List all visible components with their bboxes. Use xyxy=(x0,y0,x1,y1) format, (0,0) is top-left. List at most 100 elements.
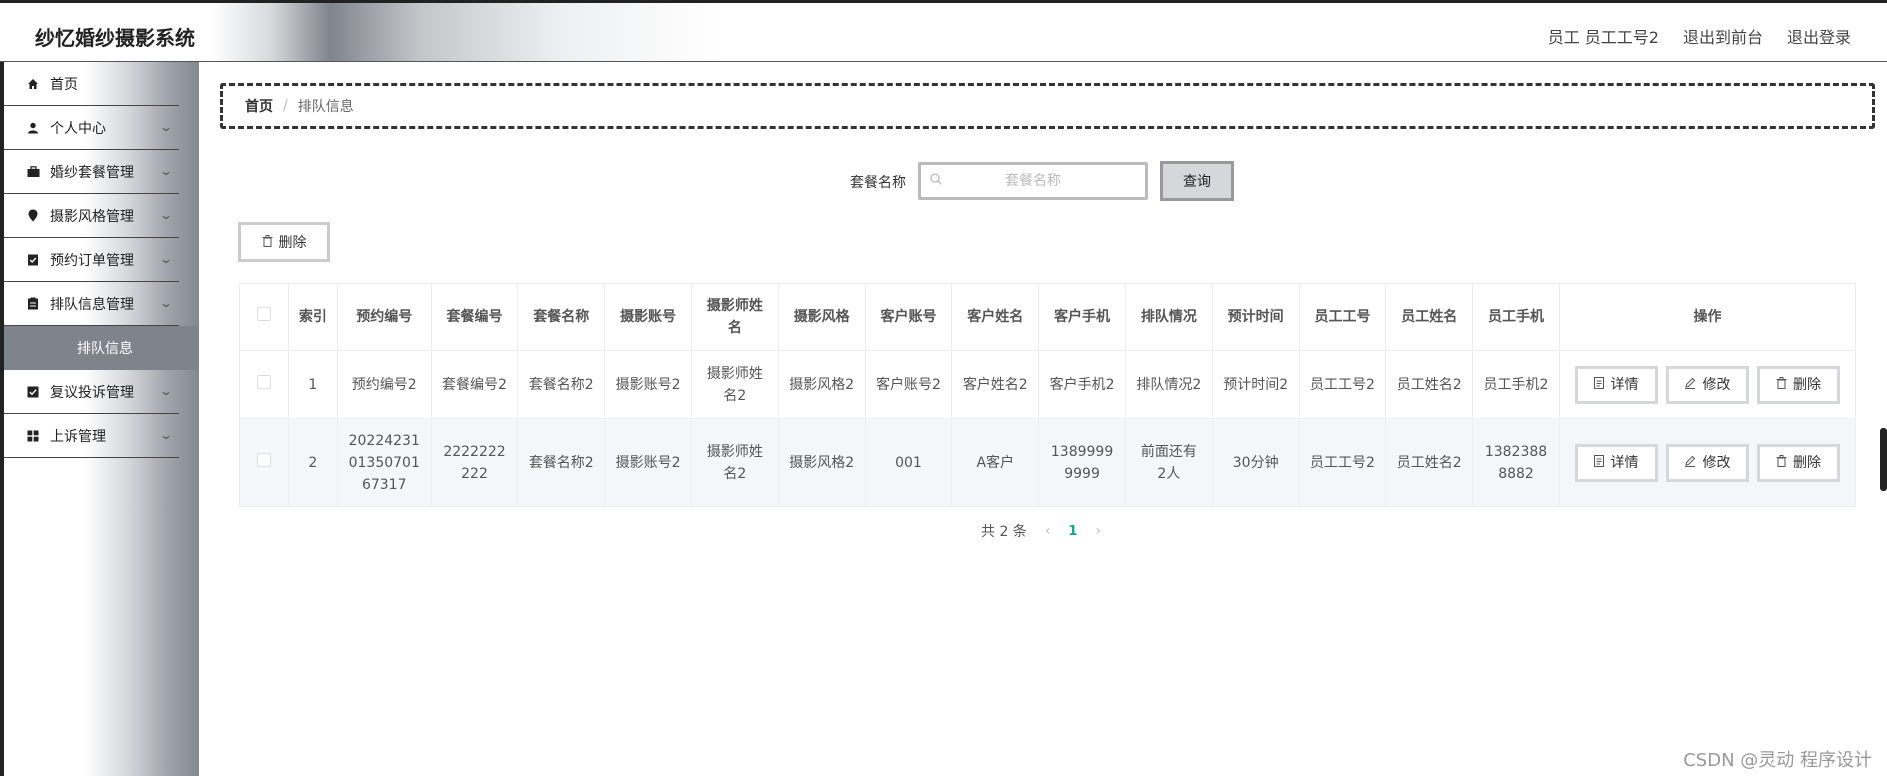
column-header: 客户账号 xyxy=(864,283,953,351)
next-page-button[interactable]: › xyxy=(1095,523,1101,539)
briefcase-icon xyxy=(26,165,40,179)
edit-button[interactable]: 修改 xyxy=(1665,365,1749,404)
sidebar-item-personal[interactable]: 个人中心 ⌄ xyxy=(4,106,179,150)
sidebar-item-label: 首页 xyxy=(50,76,78,93)
trash-icon xyxy=(1776,452,1787,474)
sidebar-item-orders[interactable]: 预约订单管理 ⌄ xyxy=(4,238,179,282)
table-cell: 202242310135070167317 xyxy=(336,418,432,507)
table-cell: 员工姓名2 xyxy=(1385,350,1474,419)
select-all-cell xyxy=(239,283,289,351)
sidebar: 首页 个人中心 ⌄ 婚纱套餐管理 ⌄ 摄影风格管理 ⌄ 预约订单管理 ⌄ 排队信… xyxy=(0,62,199,776)
table-cell: 员工手机2 xyxy=(1472,350,1560,419)
sidebar-subitem-queue-info[interactable]: 排队信息 xyxy=(4,326,199,370)
chevron-down-icon: ⌄ xyxy=(158,252,174,266)
sidebar-item-package[interactable]: 婚纱套餐管理 ⌄ xyxy=(4,150,179,194)
breadcrumb: 首页 / 排队信息 xyxy=(220,83,1875,129)
sidebar-item-home[interactable]: 首页 xyxy=(4,62,179,106)
trash-icon xyxy=(1776,374,1787,396)
delete-button[interactable]: 删除 xyxy=(1756,365,1840,404)
table-cell: 客户姓名2 xyxy=(951,350,1040,419)
batch-delete-label: 删除 xyxy=(278,235,307,251)
detail-button[interactable]: 详情 xyxy=(1574,443,1658,482)
sidebar-item-label: 婚纱套餐管理 xyxy=(50,164,134,181)
chevron-down-icon: ⌄ xyxy=(158,384,174,398)
table-cell: 摄影风格2 xyxy=(777,418,866,507)
app-title: 纱忆婚纱摄影系统 xyxy=(35,26,195,50)
sidebar-item-appeal[interactable]: 上诉管理 ⌄ xyxy=(4,414,179,458)
detail-button[interactable]: 详情 xyxy=(1574,365,1658,404)
table-cell: 套餐名称2 xyxy=(517,350,606,419)
current-user: 员工 员工工号2 xyxy=(1547,28,1659,47)
chevron-down-icon: ⌄ xyxy=(158,428,174,442)
sidebar-item-label: 上诉管理 xyxy=(50,428,106,445)
search-input[interactable] xyxy=(921,165,1145,197)
table-cell: A客户 xyxy=(951,418,1040,507)
sidebar-item-queue[interactable]: 排队信息管理 ⌄ xyxy=(4,282,179,326)
sidebar-item-review[interactable]: 复议投诉管理 ⌄ xyxy=(4,370,179,414)
column-header: 客户姓名 xyxy=(951,283,1040,351)
watermark: CSDN @灵动 程序设计 xyxy=(1683,750,1872,771)
edit-button[interactable]: 修改 xyxy=(1665,443,1749,482)
prev-page-button[interactable]: ‹ xyxy=(1045,523,1051,539)
batch-delete-button[interactable]: 删除 xyxy=(238,222,330,262)
breadcrumb-home[interactable]: 首页 xyxy=(245,96,273,116)
sidebar-item-label: 摄影风格管理 xyxy=(50,208,134,225)
table-cell: 预计时间2 xyxy=(1211,350,1300,419)
search-label: 套餐名称 xyxy=(850,175,906,191)
document-icon xyxy=(1594,374,1605,396)
column-header: 预约编号 xyxy=(336,283,432,351)
table-cell: 30分钟 xyxy=(1211,418,1300,507)
delete-button[interactable]: 删除 xyxy=(1756,443,1840,482)
table-cell: 13899999999 xyxy=(1038,418,1126,507)
clipboard-check-icon xyxy=(26,253,40,267)
table-cell: 2222222222 xyxy=(430,418,519,507)
chevron-down-icon: ⌄ xyxy=(158,120,174,134)
column-header: 员工手机 xyxy=(1472,283,1560,351)
column-header: 员工工号 xyxy=(1298,283,1387,351)
page-scrollbar[interactable] xyxy=(1880,428,1887,491)
table-cell: 客户手机2 xyxy=(1038,350,1126,419)
sidebar-item-label: 排队信息管理 xyxy=(50,296,134,313)
logout-link[interactable]: 退出登录 xyxy=(1787,24,1851,48)
table-cell: 2 xyxy=(287,418,338,507)
row-checkbox[interactable] xyxy=(256,452,271,467)
sidebar-item-label: 预约订单管理 xyxy=(50,252,134,269)
breadcrumb-separator: / xyxy=(283,98,288,114)
queue-table: 索引 预约编号 套餐编号 套餐名称 摄影账号 摄影师姓名 摄影风格 客户账号 客… xyxy=(239,283,1857,507)
column-header: 摄影账号 xyxy=(604,283,692,351)
breadcrumb-current: 排队信息 xyxy=(297,99,354,115)
table-cell: 摄影账号2 xyxy=(604,418,692,507)
sidebar-item-style[interactable]: 摄影风格管理 ⌄ xyxy=(4,194,179,238)
table-cell: 13823888882 xyxy=(1472,418,1560,507)
delete-label: 删除 xyxy=(1792,376,1821,393)
top-header: 纱忆婚纱摄影系统 员工 员工工号2 退出到前台 退出登录 xyxy=(0,0,1887,62)
home-icon xyxy=(26,77,40,91)
chevron-down-icon: ⌄ xyxy=(158,296,174,310)
exit-to-front-link[interactable]: 退出到前台 xyxy=(1683,24,1763,48)
table-cell: 员工姓名2 xyxy=(1385,418,1474,507)
table-cell: 套餐编号2 xyxy=(430,350,519,419)
table-cell: 摄影师姓名2 xyxy=(690,418,779,507)
page-number-button[interactable]: 1 xyxy=(1068,524,1077,539)
delete-label: 删除 xyxy=(1792,454,1821,471)
trash-icon xyxy=(262,234,273,250)
row-select-cell xyxy=(239,350,289,419)
table-cell: 预约编号2 xyxy=(336,350,432,419)
table-cell: 客户账号2 xyxy=(864,350,953,419)
edit-icon xyxy=(1684,452,1696,474)
table-cell: 摄影师姓名2 xyxy=(690,350,779,419)
select-all-checkbox[interactable] xyxy=(256,307,271,321)
header-actions: 员工 员工工号2 退出到前台 退出登录 xyxy=(1548,24,1851,48)
pagination: 共 2 条 ‹ 1 › xyxy=(981,521,1101,541)
search-button[interactable]: 查询 xyxy=(1160,161,1234,201)
table-cell: 001 xyxy=(864,418,953,507)
search-field[interactable] xyxy=(918,162,1148,200)
column-header: 索引 xyxy=(287,283,338,351)
column-header: 排队情况 xyxy=(1124,283,1213,351)
table-header-row: 索引 预约编号 套餐编号 套餐名称 摄影账号 摄影师姓名 摄影风格 客户账号 客… xyxy=(239,283,1857,351)
chevron-down-icon: ⌄ xyxy=(158,164,174,178)
actions-cell: 详情 修改 删除 xyxy=(1558,350,1857,419)
checkbox-icon xyxy=(26,385,40,399)
table-cell: 排队情况2 xyxy=(1124,350,1213,419)
row-checkbox[interactable] xyxy=(256,374,271,389)
